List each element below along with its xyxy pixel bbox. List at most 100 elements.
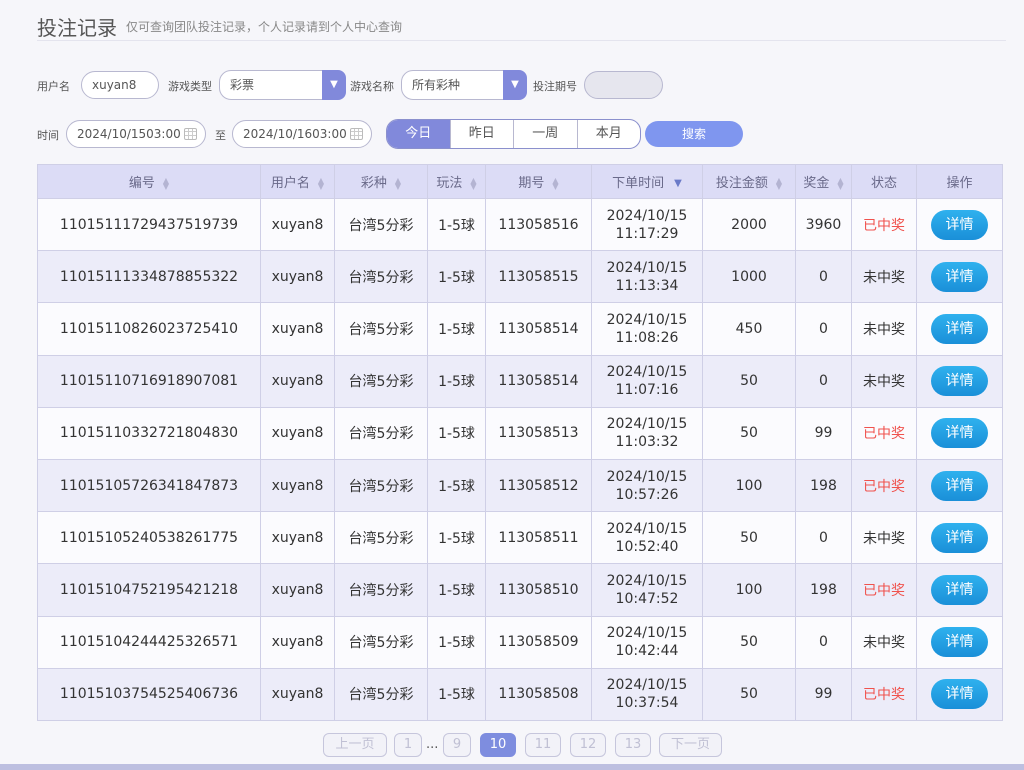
table-row: 11015104244425326571 xuyan8 台湾5分彩 1-5球 11305…	[37, 615, 1003, 669]
order-date: 2024/10/15	[606, 677, 688, 694]
cell-action: 详情	[916, 302, 1003, 356]
prev-page-button[interactable]: 上一页	[323, 733, 387, 757]
cell-play: 1-5球	[427, 197, 486, 252]
cell-prize: 99	[795, 667, 852, 721]
cell-lottery: 台湾5分彩	[334, 302, 428, 356]
page-button-11[interactable]: 11	[525, 733, 561, 757]
order-time: 10:57:26	[615, 486, 679, 503]
sort-desc-icon: ▼	[674, 178, 682, 189]
cell-user: xuyan8	[260, 458, 335, 513]
issue-input[interactable]	[584, 71, 663, 99]
col-header-amount[interactable]: 投注金额 ▲ ▼	[702, 164, 796, 199]
username-input[interactable]: xuyan8	[81, 71, 159, 99]
cell-user: xuyan8	[260, 354, 335, 408]
detail-button[interactable]: 详情	[931, 470, 988, 501]
sort-icon: ▲ ▼	[552, 175, 559, 191]
col-header-play[interactable]: 玩法 ▲ ▼	[427, 164, 486, 199]
order-date: 2024/10/15	[606, 364, 688, 381]
cell-status: 未中奖	[851, 250, 917, 304]
start-time-input[interactable]: 2024/10/1503:00	[66, 120, 206, 148]
calendar-icon[interactable]	[184, 128, 197, 140]
cell-prize: 0	[795, 615, 852, 669]
order-time: 10:42:44	[615, 643, 679, 660]
order-date: 2024/10/15	[606, 416, 688, 433]
cell-status: 未中奖	[851, 302, 917, 356]
detail-button[interactable]: 详情	[931, 366, 988, 397]
cell-user: xuyan8	[260, 563, 335, 617]
cell-user: xuyan8	[260, 250, 335, 304]
detail-button[interactable]: 详情	[931, 209, 988, 240]
order-date: 2024/10/15	[606, 625, 688, 642]
detail-button[interactable]: 详情	[931, 574, 988, 605]
detail-button[interactable]: 详情	[931, 313, 988, 344]
col-header-prize[interactable]: 奖金 ▲ ▼	[795, 164, 852, 199]
tab-month[interactable]: 本月	[578, 120, 641, 148]
page-button-1[interactable]: 1	[394, 733, 422, 757]
chevron-down-icon[interactable]: ▼	[503, 70, 527, 100]
cell-id: 11015103754525406736	[37, 667, 261, 721]
bet-records-table: 编号 ▲ ▼ 用户名 ▲ ▼ 彩种 ▲ ▼ 玩法 ▲ ▼ 期号 ▲ ▼ 下单时间 ▼ 投注金额 ▲ ▼ 奖…	[37, 164, 1003, 721]
cell-lottery: 台湾5分彩	[334, 511, 428, 565]
sort-icon: ▲ ▼	[775, 175, 783, 191]
game-type-select[interactable]: 彩票	[219, 70, 323, 100]
tab-week[interactable]: 一周	[514, 120, 578, 148]
search-button[interactable]: 搜索	[645, 121, 743, 147]
game-name-select[interactable]: 所有彩种	[401, 70, 505, 100]
tab-today[interactable]: 今日	[387, 120, 451, 148]
cell-id: 11015104244425326571	[37, 615, 261, 669]
next-page-button[interactable]: 下一页	[659, 733, 722, 757]
cell-play: 1-5球	[427, 563, 486, 617]
detail-button[interactable]: 详情	[931, 679, 988, 710]
end-time-input[interactable]: 2024/10/1603:00	[232, 120, 372, 148]
cell-lottery: 台湾5分彩	[334, 458, 428, 513]
calendar-icon[interactable]	[350, 128, 363, 140]
cell-prize: 0	[795, 302, 852, 356]
table-row: 11015104752195421218 xuyan8 台湾5分彩 1-5球 11305…	[37, 563, 1003, 617]
cell-id: 11015105726341847873	[37, 458, 261, 513]
col-header-user[interactable]: 用户名 ▲ ▼	[260, 164, 335, 199]
cell-issue: 113058512	[485, 458, 592, 513]
order-date: 2024/10/15	[606, 259, 688, 276]
cell-amount: 50	[702, 354, 796, 408]
page-button-13[interactable]: 13	[615, 733, 651, 757]
cell-play: 1-5球	[427, 511, 486, 565]
page-button-10[interactable]: 10	[480, 733, 516, 757]
cell-user: xuyan8	[260, 615, 335, 669]
table-row: 11015105726341847873 xuyan8 台湾5分彩 1-5球 11305…	[37, 458, 1003, 513]
cell-prize: 0	[795, 250, 852, 304]
game-type-label: 游戏类型	[168, 80, 212, 93]
detail-button[interactable]: 详情	[931, 627, 988, 658]
sort-icon: ▲ ▼	[837, 175, 844, 191]
detail-button[interactable]: 详情	[931, 261, 988, 292]
cell-user: xuyan8	[260, 302, 335, 356]
tab-yesterday[interactable]: 昨日	[451, 120, 514, 148]
page-button-9[interactable]: 9	[443, 733, 471, 757]
page-button-12[interactable]: 12	[570, 733, 606, 757]
cell-amount: 50	[702, 667, 796, 721]
cell-id: 11015110716918907081	[37, 354, 261, 408]
end-time-value: 2024/10/1603:00	[243, 127, 347, 141]
cell-action: 详情	[916, 667, 1003, 721]
cell-amount: 2000	[702, 197, 796, 252]
col-header-lottery[interactable]: 彩种 ▲ ▼	[334, 164, 428, 199]
order-time: 11:17:29	[615, 225, 679, 242]
cell-action: 详情	[916, 197, 1003, 252]
cell-status: 未中奖	[851, 615, 917, 669]
detail-button[interactable]: 详情	[931, 418, 988, 449]
time-label: 时间	[37, 129, 59, 142]
cell-lottery: 台湾5分彩	[334, 563, 428, 617]
chevron-down-icon[interactable]: ▼	[322, 70, 346, 100]
page-ellipsis: ...	[426, 737, 439, 752]
detail-button[interactable]: 详情	[931, 522, 988, 553]
cell-status: 已中奖	[851, 667, 917, 721]
cell-time: 2024/10/15 10:57:26	[591, 458, 703, 513]
cell-time: 2024/10/15 11:17:29	[591, 197, 703, 252]
order-time: 11:13:34	[615, 277, 679, 294]
cell-action: 详情	[916, 615, 1003, 669]
col-header-time[interactable]: 下单时间 ▼	[591, 164, 703, 199]
col-header-id[interactable]: 编号 ▲ ▼	[37, 164, 261, 199]
cell-status: 已中奖	[851, 458, 917, 513]
cell-status: 未中奖	[851, 511, 917, 565]
col-header-issue[interactable]: 期号 ▲ ▼	[485, 164, 592, 199]
table-row: 11015103754525406736 xuyan8 台湾5分彩 1-5球 11305…	[37, 667, 1003, 721]
